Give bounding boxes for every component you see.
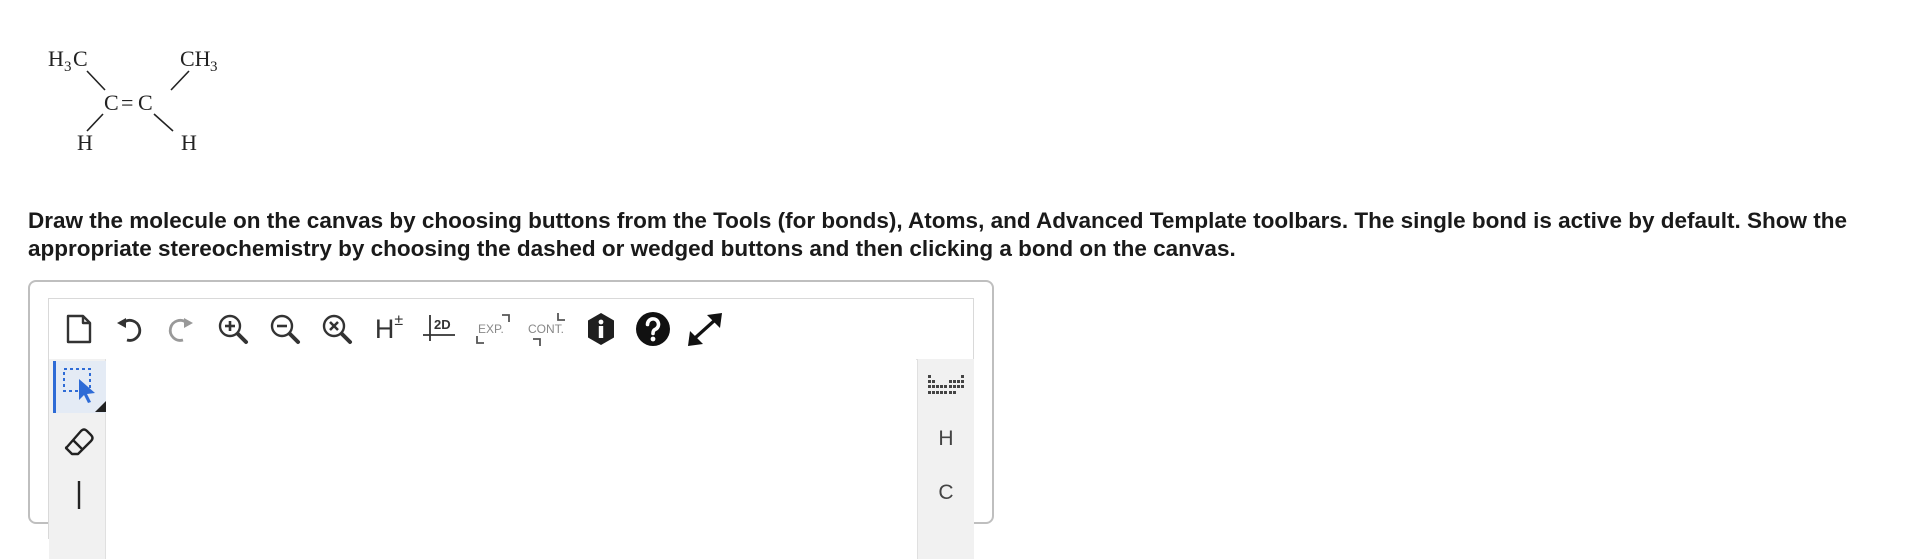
zoom-out-icon <box>270 314 300 344</box>
contract-button[interactable]: CONT. <box>523 309 573 349</box>
molecule-editor: H ± 2D EXP. CONT. H C <box>28 280 994 559</box>
bond-tool-button[interactable] <box>53 469 105 521</box>
atom-carbon-button[interactable]: C <box>918 471 974 515</box>
new-document-button[interactable] <box>57 309 101 349</box>
expand-label: EXP. <box>478 322 504 336</box>
atom-carbon-left: C <box>104 90 119 115</box>
atom-ch3-sub: 3 <box>210 59 218 75</box>
layout-2d-icon: 2D <box>423 315 455 341</box>
hydrogen-label: H <box>374 313 395 344</box>
fullscreen-expand-icon <box>688 313 722 346</box>
atom-h-bottom-left: H <box>77 130 93 155</box>
hydrogen-sign: ± <box>394 312 404 329</box>
redo-icon <box>168 318 193 342</box>
help-icon <box>636 312 670 346</box>
zoom-reset-icon <box>322 314 352 344</box>
editor-panel: H ± 2D EXP. CONT. H C <box>48 298 974 559</box>
atom-hydrogen-button[interactable]: H <box>918 417 974 461</box>
zoom-in-button[interactable] <box>211 309 255 349</box>
molecule-structure: H 3 C CH 3 C = C H H <box>48 46 218 155</box>
atom-h3c-main: H <box>48 46 64 71</box>
selection-tool-icon <box>63 368 107 412</box>
info-button[interactable] <box>579 309 623 349</box>
info-icon <box>588 313 614 345</box>
tools-toolbar <box>49 359 108 559</box>
drawing-canvas[interactable] <box>106 359 916 559</box>
atom-h3c-tail: C <box>73 46 88 71</box>
redo-button[interactable] <box>159 309 203 349</box>
top-toolbar: H ± 2D EXP. CONT. <box>49 299 973 360</box>
fullscreen-button[interactable] <box>683 309 727 349</box>
zoom-in-icon <box>218 314 248 344</box>
layout-2d-button[interactable]: 2D <box>419 309 463 349</box>
atom-h-bottom-right: H <box>181 130 197 155</box>
periodic-table-icon <box>928 375 964 394</box>
single-bond-icon <box>77 481 81 509</box>
atom-carbon-right: C <box>138 90 153 115</box>
atoms-toolbar: H C <box>917 359 974 559</box>
atom-h3c-sub: 3 <box>64 59 72 75</box>
eraser-tool-button[interactable] <box>53 415 105 467</box>
zoom-out-button[interactable] <box>263 309 307 349</box>
expand-icon: EXP. <box>476 314 510 344</box>
double-bond: = <box>121 90 133 115</box>
layout-2d-label: 2D <box>434 317 451 332</box>
bond-line <box>153 113 174 132</box>
help-button[interactable] <box>631 309 675 349</box>
bond-line <box>86 70 106 91</box>
undo-button[interactable] <box>107 309 151 349</box>
bond-line <box>86 113 104 132</box>
contract-label: CONT. <box>528 322 564 336</box>
eraser-icon <box>64 428 94 456</box>
contract-icon: CONT. <box>528 313 565 346</box>
hydrogen-toggle-button[interactable]: H ± <box>367 309 411 349</box>
expand-button[interactable]: EXP. <box>471 309 515 349</box>
periodic-table-button[interactable] <box>918 363 974 407</box>
undo-icon <box>117 318 142 342</box>
zoom-reset-button[interactable] <box>315 309 359 349</box>
instructions-text: Draw the molecule on the canvas by choos… <box>28 208 1847 261</box>
new-document-icon <box>66 314 92 344</box>
selection-tool-button[interactable] <box>53 361 108 413</box>
bond-line <box>170 70 190 91</box>
atom-ch3-main: CH <box>180 46 211 71</box>
